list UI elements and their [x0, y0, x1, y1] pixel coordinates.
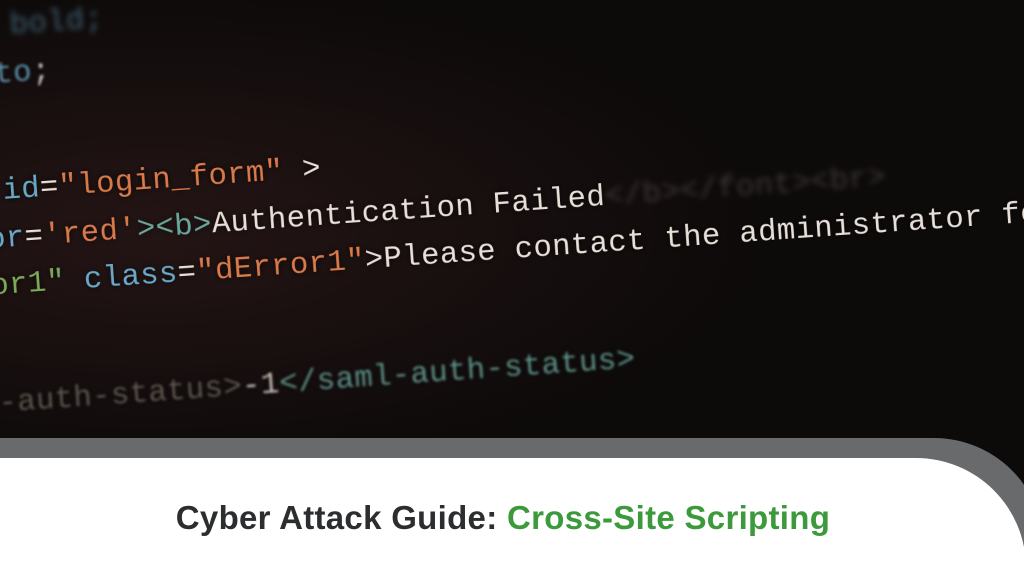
code-token: bold; [0, 3, 105, 45]
code-token: = [177, 256, 198, 292]
code-token: color [0, 220, 26, 261]
code-token: 'red' [42, 212, 138, 253]
page-title: Cyber Attack Guide: Cross-Site Scripting [176, 499, 830, 537]
title-accent: Cross-Site Scripting [507, 499, 830, 536]
code-token: = [39, 170, 60, 206]
code-token: > [282, 152, 322, 189]
code-block: ght: bold; : auto; in" id="login_form" >… [0, 0, 1024, 432]
code-token: id [0, 172, 41, 211]
code-token: ><b> [136, 207, 213, 247]
code-token: auto [0, 55, 33, 96]
code-token: -1 [241, 367, 281, 404]
code-token: "dError1" [195, 244, 366, 290]
code-token: class [64, 257, 179, 299]
title-banner-wrap: Cyber Attack Guide: Cross-Site Scripting [0, 416, 1024, 576]
title-prefix: Cyber Attack Guide: [176, 499, 507, 536]
code-token: > [364, 243, 385, 279]
code-token: "login_form" [58, 155, 285, 205]
code-token: ; [31, 54, 52, 90]
title-banner: Cyber Attack Guide: Cross-Site Scripting [0, 458, 1024, 578]
code-token: Error1" [0, 265, 67, 309]
